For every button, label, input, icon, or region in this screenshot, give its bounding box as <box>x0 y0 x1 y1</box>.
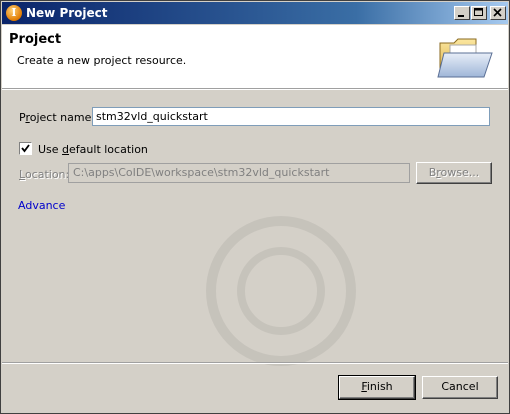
cancel-button[interactable]: Cancel <box>422 376 498 399</box>
browse-button: Browse... <box>416 162 492 184</box>
banner-description: Create a new project resource. <box>17 54 187 67</box>
watermark-icon <box>206 216 356 366</box>
use-default-location-checkbox[interactable] <box>19 142 32 155</box>
open-folder-icon <box>437 38 493 78</box>
window-title: New Project <box>26 6 108 20</box>
location-field: C:\apps\CoIDE\workspace\stm32vld_quickst… <box>68 163 410 183</box>
maximize-icon <box>474 8 483 16</box>
finish-button[interactable]: Finish <box>338 375 416 400</box>
maximize-button[interactable] <box>471 6 487 20</box>
app-icon: I <box>6 5 22 21</box>
new-project-dialog: I New Project Project Create a new proje… <box>0 0 510 414</box>
checkmark-icon <box>21 144 30 153</box>
minimize-button[interactable] <box>454 6 470 20</box>
banner-title: Project <box>9 32 62 47</box>
close-icon <box>493 8 502 17</box>
minimize-icon <box>458 15 464 17</box>
advance-link[interactable]: Advance <box>18 199 65 212</box>
footer-separator-highlight <box>2 363 508 364</box>
project-name-input[interactable] <box>92 107 490 126</box>
banner-separator <box>2 89 508 90</box>
location-label: Location: <box>19 168 70 181</box>
title-bar[interactable]: I New Project <box>2 2 508 24</box>
wizard-banner: Project Create a new project resource. <box>2 25 508 89</box>
use-default-location-label[interactable]: Use default location <box>38 143 148 156</box>
project-name-label: Project name: <box>19 111 96 124</box>
close-button[interactable] <box>490 6 506 20</box>
